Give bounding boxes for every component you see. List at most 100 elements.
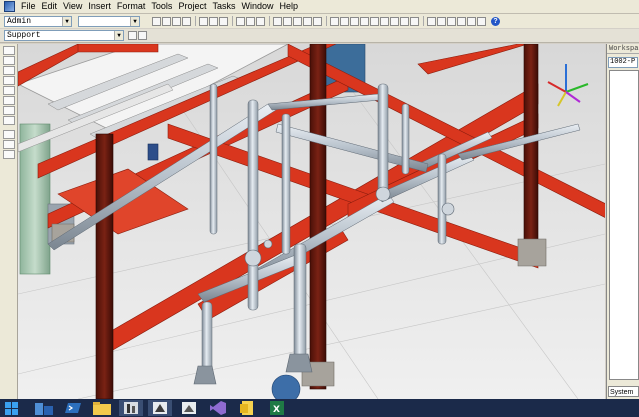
pointer-icon[interactable] bbox=[380, 16, 389, 26]
visual-studio-icon[interactable] bbox=[206, 400, 230, 416]
copy-icon[interactable] bbox=[209, 16, 218, 26]
menu-window[interactable]: Window bbox=[238, 0, 276, 13]
blank-combo[interactable]: ▼ bbox=[78, 15, 140, 27]
taskbar: X bbox=[0, 399, 639, 417]
app-window: File Edit View Insert Format Tools Proje… bbox=[0, 0, 639, 417]
column-1[interactable] bbox=[95, 133, 114, 399]
user-combo-value: Admin bbox=[7, 16, 32, 26]
list-tool-icon[interactable] bbox=[2, 140, 15, 149]
dropdown-tool-icon[interactable] bbox=[410, 16, 419, 26]
chevron-down-icon[interactable]: ▼ bbox=[114, 31, 123, 40]
help-icon[interactable]: ? bbox=[491, 16, 500, 26]
workspace-bottom-tab[interactable]: System bbox=[608, 386, 639, 397]
model-viewport[interactable] bbox=[18, 44, 605, 399]
pipe-support bbox=[193, 365, 217, 385]
measure-icon[interactable] bbox=[303, 16, 312, 26]
align-tool-icon[interactable] bbox=[2, 96, 15, 105]
menu-format[interactable]: Format bbox=[114, 0, 149, 13]
pipe-support bbox=[285, 353, 313, 373]
menu-tasks[interactable]: Tasks bbox=[209, 0, 238, 13]
column-3[interactable] bbox=[523, 44, 539, 255]
cut-icon[interactable] bbox=[199, 16, 208, 26]
main-toolbar: Admin ▼ ▼ ? bbox=[0, 14, 639, 28]
valve-fitting[interactable] bbox=[441, 202, 455, 216]
menu-project[interactable]: Project bbox=[175, 0, 209, 13]
open-folder-icon[interactable] bbox=[162, 16, 171, 26]
pan-icon[interactable] bbox=[437, 16, 446, 26]
file-explorer-icon[interactable] bbox=[32, 400, 56, 416]
move-icon[interactable] bbox=[283, 16, 292, 26]
menu-file[interactable]: File bbox=[18, 0, 39, 13]
workspace-tree[interactable] bbox=[609, 70, 639, 380]
chevron-down-icon[interactable]: ▼ bbox=[130, 16, 139, 26]
notes-icon[interactable] bbox=[235, 400, 259, 416]
model-app-icon-2[interactable] bbox=[177, 400, 201, 416]
undo-icon[interactable] bbox=[236, 16, 245, 26]
menu-help[interactable]: Help bbox=[276, 0, 301, 13]
connect-tool-icon[interactable] bbox=[2, 66, 15, 75]
point-tool-icon[interactable] bbox=[2, 106, 15, 115]
link-icon[interactable] bbox=[330, 16, 339, 26]
pencil-icon[interactable] bbox=[313, 16, 322, 26]
filter-combo-value: Support bbox=[7, 31, 41, 40]
save-icon[interactable] bbox=[172, 16, 181, 26]
app-icon bbox=[4, 1, 15, 12]
mirror-tool-icon[interactable] bbox=[2, 86, 15, 95]
menu-bar: File Edit View Insert Format Tools Proje… bbox=[0, 0, 639, 14]
toolbar-separator bbox=[423, 16, 424, 26]
toolbar-separator bbox=[232, 16, 233, 26]
toolbar-separator bbox=[269, 16, 270, 26]
zoom-icon[interactable] bbox=[427, 16, 436, 26]
new-file-icon[interactable] bbox=[152, 16, 161, 26]
properties-icon[interactable] bbox=[477, 16, 486, 26]
plant-app-icon[interactable] bbox=[119, 400, 143, 416]
toolbar-separator bbox=[326, 16, 327, 26]
project-combo[interactable]: 1002-P bbox=[608, 57, 638, 68]
redo-icon[interactable] bbox=[246, 16, 255, 26]
powershell-icon[interactable] bbox=[61, 400, 85, 416]
render-icon[interactable] bbox=[467, 16, 476, 26]
grid-icon[interactable] bbox=[350, 16, 359, 26]
filter-properties-icon[interactable] bbox=[128, 31, 137, 40]
workspace-title: Workspa bbox=[607, 44, 639, 54]
rotate-icon[interactable] bbox=[293, 16, 302, 26]
table-tool-icon[interactable] bbox=[2, 150, 15, 159]
view-icon[interactable] bbox=[390, 16, 399, 26]
select-tool-icon[interactable] bbox=[2, 46, 15, 55]
chevron-down-icon[interactable]: ▼ bbox=[62, 16, 71, 26]
valve-fitting[interactable] bbox=[244, 249, 262, 267]
print-icon[interactable] bbox=[182, 16, 191, 26]
shade-icon[interactable] bbox=[457, 16, 466, 26]
refresh-icon[interactable] bbox=[256, 16, 265, 26]
pump-casing[interactable] bbox=[271, 374, 301, 399]
flange-fitting[interactable] bbox=[263, 239, 273, 249]
route-icon[interactable] bbox=[340, 16, 349, 26]
user-combo[interactable]: Admin ▼ bbox=[4, 15, 72, 27]
filter-toolbar: Support ▼ bbox=[0, 29, 639, 43]
filter-apply-icon[interactable] bbox=[138, 31, 147, 40]
windows-start-icon[interactable] bbox=[0, 399, 22, 417]
edit-tool-icon[interactable] bbox=[2, 130, 15, 139]
place-tool-icon[interactable] bbox=[2, 116, 15, 125]
left-tool-strip bbox=[0, 44, 18, 399]
equipment-icon[interactable] bbox=[370, 16, 379, 26]
blue-valve[interactable] bbox=[147, 143, 159, 161]
layers-icon[interactable] bbox=[400, 16, 409, 26]
delete-icon[interactable] bbox=[219, 16, 228, 26]
piping-3d-model[interactable] bbox=[18, 44, 605, 399]
trim-tool-icon[interactable] bbox=[2, 56, 15, 65]
elbow-fitting[interactable] bbox=[375, 186, 391, 202]
menu-edit[interactable]: Edit bbox=[39, 0, 61, 13]
copy-tool-icon[interactable] bbox=[2, 76, 15, 85]
model-app-icon[interactable] bbox=[148, 400, 172, 416]
menu-tools[interactable]: Tools bbox=[148, 0, 175, 13]
fit-view-icon[interactable] bbox=[447, 16, 456, 26]
folder-icon[interactable] bbox=[90, 400, 114, 416]
menu-insert[interactable]: Insert bbox=[85, 0, 114, 13]
excel-icon[interactable]: X bbox=[264, 400, 288, 416]
column-2[interactable] bbox=[309, 44, 327, 390]
pipe-icon[interactable] bbox=[360, 16, 369, 26]
menu-view[interactable]: View bbox=[60, 0, 85, 13]
select-icon[interactable] bbox=[273, 16, 282, 26]
filter-combo[interactable]: Support ▼ bbox=[4, 30, 124, 41]
